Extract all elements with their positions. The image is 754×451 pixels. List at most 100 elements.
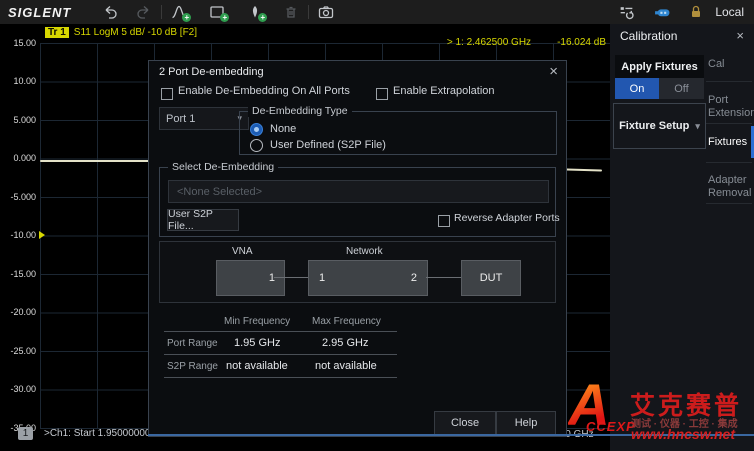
col-min-frequency: Min Frequency — [224, 316, 290, 327]
tab-fixtures[interactable]: Fixtures — [708, 136, 752, 149]
tab-adapter-removal[interactable]: Adapter Removal — [708, 174, 752, 200]
type-none-label[interactable]: None — [270, 123, 296, 135]
checkbox-box[interactable] — [438, 215, 450, 227]
connection-diagram: VNA Network 1 1 2 DUT — [159, 241, 556, 303]
network-label: Network — [346, 246, 383, 257]
marker-value: -16.024 dB — [557, 37, 606, 48]
add-trace-icon[interactable]: + — [168, 2, 190, 22]
marker-readout: > 1: 2.462500 GHz -16.024 dB — [380, 37, 606, 48]
toolbar-separator — [308, 5, 309, 19]
fixture-setup-label: Fixture Setup — [619, 120, 689, 132]
table-divider — [164, 331, 397, 332]
y-tick: -15.00 — [0, 269, 36, 279]
task-list-icon[interactable] — [615, 2, 637, 22]
add-marker-badge: + — [258, 13, 267, 22]
col-max-frequency: Max Frequency — [312, 316, 381, 327]
radio-unselected[interactable] — [250, 139, 263, 152]
port-select[interactable]: Port 1 ▾ — [159, 107, 249, 130]
select-deembedding-legend: Select De-Embedding — [168, 161, 278, 173]
enable-extrapolation-label: Enable Extrapolation — [393, 85, 495, 97]
tab-cal[interactable]: Cal — [708, 58, 752, 71]
selected-file-value: <None Selected> — [177, 186, 262, 198]
top-toolbar: SIGLENT + + + — [0, 0, 754, 24]
y-tick: -30.00 — [0, 384, 36, 394]
trace-info[interactable]: Tr 1 S11 LogM 5 dB/ -10 dB [F2] — [45, 27, 197, 38]
screenshot-camera-icon[interactable] — [315, 2, 337, 22]
apply-fixtures-button[interactable]: Apply Fixtures — [615, 55, 704, 78]
y-tick: -10.00 — [0, 230, 36, 240]
tab-separator — [706, 81, 752, 82]
apply-fixtures-label: Apply Fixtures — [621, 61, 697, 73]
tab-separator — [706, 203, 752, 204]
add-window-badge: + — [220, 13, 229, 22]
y-tick: 15.00 — [0, 38, 36, 48]
vna-node: 1 — [216, 260, 285, 296]
enable-all-ports-checkbox[interactable] — [161, 87, 173, 105]
toolbar-separator — [161, 5, 162, 19]
reference-level-arrow — [39, 231, 45, 239]
type-user-radio[interactable] — [250, 139, 263, 157]
help-button[interactable]: Help — [496, 411, 556, 435]
dialog-title: 2 Port De-embedding — [159, 66, 264, 78]
deembedding-type-group: De-Embedding Type None User Defined (S2P… — [239, 111, 557, 155]
active-channel-underline — [148, 434, 754, 436]
wire-network-dut — [426, 277, 461, 278]
selected-file-field[interactable]: <None Selected> — [168, 180, 549, 203]
calibration-sidebar: Calibration × Apply Fixtures On Off Fixt… — [610, 24, 754, 451]
enable-extrapolation-checkbox[interactable] — [376, 87, 388, 105]
toggle-on[interactable]: On — [615, 78, 659, 99]
radio-selected[interactable] — [250, 123, 263, 136]
redo-icon — [133, 2, 155, 22]
port-range-max: 2.95 GHz — [322, 337, 368, 349]
reverse-adapter-label: Reverse Adapter Ports — [454, 212, 560, 224]
undo-icon[interactable] — [99, 2, 121, 22]
lock-icon[interactable] — [685, 2, 707, 22]
trace-format-label: S11 LogM 5 dB/ -10 dB [F2] — [74, 27, 197, 38]
checkbox-box[interactable] — [376, 88, 388, 100]
y-tick: 10.00 — [0, 76, 36, 86]
y-tick: -5.000 — [0, 192, 36, 202]
network-port1: 1 — [319, 261, 325, 295]
fixture-setup-dropdown[interactable]: Fixture Setup ▾ — [613, 103, 706, 149]
tab-separator — [706, 162, 752, 163]
usb-icon[interactable] — [651, 2, 673, 22]
table-divider — [164, 377, 397, 378]
deembedding-dialog: 2 Port De-embedding × Enable De-Embeddin… — [148, 60, 567, 437]
close-button[interactable]: Close — [434, 411, 496, 435]
network-node: 1 2 — [308, 260, 428, 296]
reverse-adapter-checkbox[interactable] — [438, 214, 450, 232]
siglent-logo: SIGLENT — [8, 5, 71, 20]
channel-indicator[interactable]: 1 — [18, 427, 33, 440]
y-tick: 5.000 — [0, 115, 36, 125]
checkbox-box[interactable] — [161, 88, 173, 100]
enable-all-ports-label: Enable De-Embedding On All Ports — [178, 85, 350, 97]
close-button-label: Close — [451, 417, 479, 429]
toggle-off[interactable]: Off — [659, 78, 704, 99]
user-s2p-file-button[interactable]: User S2P File... — [167, 209, 239, 231]
trace-line — [40, 160, 149, 162]
trace-badge[interactable]: Tr 1 — [45, 27, 69, 38]
add-window-icon[interactable]: + — [206, 2, 228, 22]
wire-vna-network — [274, 277, 308, 278]
port-range-min: 1.95 GHz — [234, 337, 280, 349]
sidebar-close-icon[interactable]: × — [736, 28, 744, 43]
row-port-range-label: Port Range — [167, 338, 218, 349]
port-select-value: Port 1 — [166, 113, 195, 125]
local-mode-label[interactable]: Local — [715, 5, 744, 19]
type-user-label[interactable]: User Defined (S2P File) — [270, 139, 386, 151]
help-button-label: Help — [515, 417, 538, 429]
add-trace-badge: + — [182, 13, 191, 22]
y-tick: 0.000 — [0, 153, 36, 163]
dialog-close-icon[interactable]: × — [549, 63, 558, 80]
sidebar-title: Calibration — [620, 29, 677, 43]
s2p-range-min: not available — [226, 360, 288, 372]
y-tick: -25.00 — [0, 346, 36, 356]
vna-screen: SIGLENT + + + — [0, 0, 754, 451]
add-marker-icon[interactable]: + — [244, 2, 266, 22]
network-port2: 2 — [411, 261, 417, 295]
table-divider — [164, 354, 397, 355]
tab-port-extension[interactable]: Port Extension — [708, 94, 752, 120]
vna-label: VNA — [232, 246, 253, 257]
delete-icon — [280, 2, 302, 22]
deembedding-type-legend: De-Embedding Type — [248, 105, 352, 117]
